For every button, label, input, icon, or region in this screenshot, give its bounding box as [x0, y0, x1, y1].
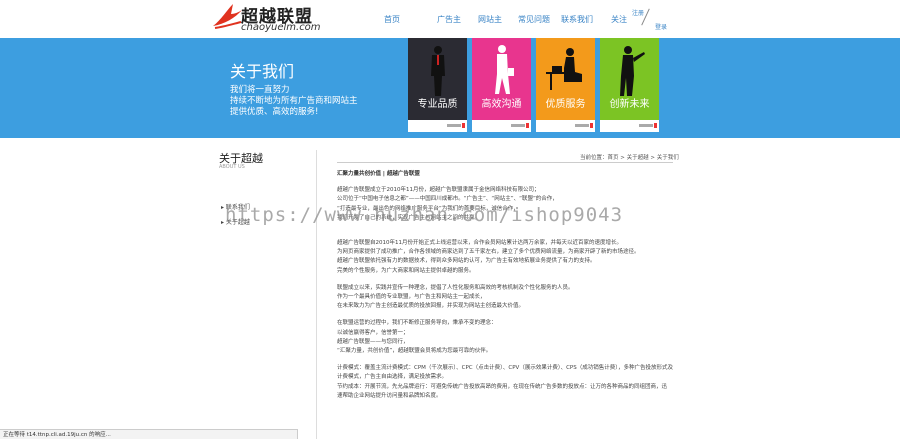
top-header: 超越联盟 chaoyuelm.com 首页 广告主 网站主 常见问题 联系我们 …	[0, 0, 900, 38]
banner-title: 关于我们	[230, 62, 295, 81]
content-divider	[337, 162, 673, 163]
watermark-text: https://www.huzhan.com/ishop9043	[225, 204, 624, 226]
article-line: 联盟成立以来，实践并宣传一种理念，提倡了人性化服务和高效的考核机制及个性化服务的…	[337, 284, 574, 291]
card-label: 专业品质	[417, 99, 458, 110]
banner-desc-line: 我们将一直努力	[230, 85, 290, 95]
card-footer	[472, 120, 531, 132]
article-line: 超越广告联盟——与您同行，	[337, 338, 409, 345]
article-line: 作为一个最具价值的专业联盟，与广告主和网站主一起成长，	[337, 294, 486, 301]
card-image: 创新未来	[600, 38, 659, 120]
nav-publisher[interactable]: 网站主	[478, 14, 518, 25]
breadcrumb: 当前位置：首页 > 关于超越 > 关于我们	[580, 155, 679, 161]
card-innovation[interactable]: 创新未来	[600, 38, 659, 132]
card-communication[interactable]: 高效沟通	[472, 38, 531, 132]
site-logo[interactable]: 超越联盟 chaoyuelm.com	[211, 2, 351, 36]
card-label: 创新未来	[609, 99, 650, 110]
nav-advertiser[interactable]: 广告主	[437, 14, 478, 25]
nav-contact[interactable]: 联系我们	[561, 14, 611, 25]
nav-home[interactable]: 首页	[384, 14, 424, 25]
register-link[interactable]: 注册	[632, 8, 644, 17]
article-line: 超越广告联盟成立于2010年11月份，超越广告联盟隶属于金信网络科技有限公司；	[337, 187, 540, 194]
article-line: 计费模式：覆盖主流计费模式：CPM（千次展示）、CPC（点击计费）、CPV（展示…	[337, 365, 673, 372]
article-line: 计费模式，广告主自由选择，满足投放需求。	[337, 374, 448, 381]
article-heading: 汇聚力量共创价值 | 超越广告联盟	[337, 171, 420, 177]
banner-description: 我们将一直努力 持续不断地为所有广告商和网站主 提供优质、高效的服务!	[230, 85, 358, 118]
card-professional[interactable]: 专业品质	[408, 38, 467, 132]
card-image: 高效沟通	[472, 38, 531, 120]
card-image: 专业品质	[408, 38, 467, 120]
nav-faq[interactable]: 常见问题	[518, 14, 561, 25]
article-line: 在未来致力为广告主创造最优质的投放回报，并实现为网站主创造最大价值。	[337, 303, 525, 310]
browser-status-bar: 正在等待 t14.ttnp.cli.ad.19ju.cn 的响应...	[0, 429, 298, 439]
sidebar-divider	[316, 150, 317, 439]
article-line: 在联盟运营的过程中，我们不断修正服务导向，秉承不变的理念：	[337, 320, 497, 327]
article-line: 以诚信赢得客户，信誉第一；	[337, 329, 409, 336]
article-line: 超越广告联盟自2010年11月份开始正式上线运营以来，合作会员网站累计达两万余家…	[337, 240, 622, 247]
about-banner: 关于我们 我们将一直努力 持续不断地为所有广告商和网站主 提供优质、高效的服务!…	[0, 38, 900, 138]
article-line: 速帮助企业网站提升访问量和品牌知名度。	[337, 392, 442, 399]
card-label: 优质服务	[545, 99, 586, 110]
logo-text-en: chaoyuelm.com	[241, 22, 321, 33]
card-footer	[600, 120, 659, 132]
logo-mark-icon	[213, 4, 242, 29]
banner-desc-line: 提供优质、高效的服务!	[230, 107, 319, 117]
article-line: 超越广告联盟依托强有力的数据技术，得到众多网站的认可，为广告主有效地拓展业务提供…	[337, 258, 596, 265]
article-line: 完美的个性服务，为广大商家和网站主提供卓越的服务。	[337, 267, 475, 274]
banner-desc-line: 持续不断地为所有广告商和网站主	[230, 96, 358, 106]
article-line: 节约成本：开展节流，先允品牌运行：可避免传统广告投放高昂的费用，在现在传统广告多…	[337, 383, 668, 390]
sidebar-subtitle: ABOUT US	[219, 164, 245, 170]
card-image: 优质服务	[536, 38, 595, 120]
card-footer	[536, 120, 595, 132]
card-label: 高效沟通	[481, 99, 522, 110]
card-footer	[408, 120, 467, 132]
main-nav: 首页 广告主 网站主 常见问题 联系我们 关注	[370, 14, 641, 25]
article-line: 为网页商家提供了成功推广，合作各领域的商家达到了五千家左右，建立了多个优质网络流…	[337, 249, 640, 256]
login-link[interactable]: 登录	[655, 22, 667, 31]
card-service[interactable]: 优质服务	[536, 38, 595, 132]
article-line: “汇聚力量，共创价值”，超越联盟会员将成为您最可靠的伙伴。	[337, 348, 492, 355]
